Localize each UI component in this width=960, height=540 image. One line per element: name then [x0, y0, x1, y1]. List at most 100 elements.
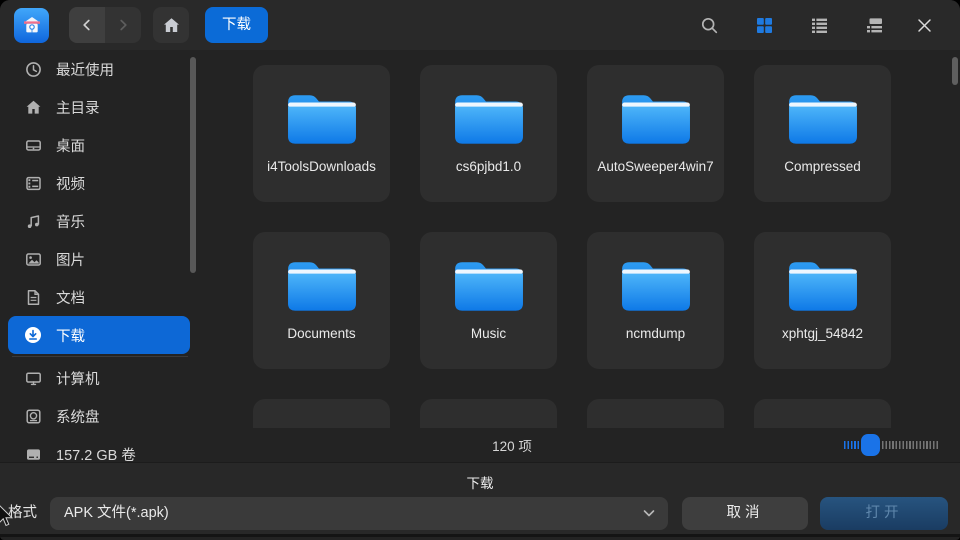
folder-tile-partial[interactable] — [754, 399, 891, 428]
sidebar-item-recent[interactable]: 最近使用 — [0, 50, 200, 88]
grid-view-button[interactable] — [737, 7, 792, 43]
folder-name: AutoSweeper4win7 — [597, 158, 713, 175]
folder-name: cs6pjbd1.0 — [456, 158, 521, 175]
file-dialog-window: 下载 — [0, 0, 960, 540]
sidebar-item-desktop[interactable]: 桌面 — [0, 126, 200, 164]
folder-tile-partial[interactable] — [253, 399, 390, 428]
sidebar-item-computer[interactable]: 计算机 — [0, 359, 200, 397]
desktop-icon — [24, 136, 42, 154]
download-icon — [24, 326, 42, 344]
folder-tile[interactable]: cs6pjbd1.0 — [420, 65, 557, 202]
close-button[interactable] — [902, 7, 946, 43]
folder-tile[interactable]: Music — [420, 232, 557, 369]
dialog-footer: 下载 格式 APK 文件(*.apk) 取消 打开 — [0, 462, 960, 537]
sidebar-item-documents[interactable]: 文档 — [0, 278, 200, 316]
file-manager-app-icon — [14, 8, 49, 43]
icon-size-slider[interactable] — [844, 434, 940, 456]
sidebar-item-label: 计算机 — [56, 368, 100, 389]
file-manager-logo-icon — [20, 13, 44, 37]
format-value: APK 文件(*.apk) — [64, 497, 169, 530]
slider-track-filled[interactable] — [844, 441, 859, 449]
item-count: 120 项 — [492, 435, 532, 455]
disk-icon — [24, 407, 42, 425]
folder-icon — [452, 258, 526, 318]
close-icon — [916, 17, 933, 34]
slider-handle[interactable] — [861, 434, 880, 456]
sidebar-item-label: 桌面 — [56, 135, 85, 156]
chevron-down-icon — [641, 505, 657, 521]
sidebar-item-home[interactable]: 主目录 — [0, 88, 200, 126]
search-button[interactable] — [682, 7, 737, 43]
sidebar-item-label: 文档 — [56, 287, 85, 308]
folder-tile[interactable]: Compressed — [754, 65, 891, 202]
folder-name: i4ToolsDownloads — [267, 158, 376, 175]
chevron-left-icon — [78, 16, 96, 34]
folder-tile[interactable]: ncmdump — [587, 232, 724, 369]
sidebar-item-label: 音乐 — [56, 211, 85, 232]
sidebar-item-label: 下载 — [56, 325, 85, 346]
sidebar-item-label: 系统盘 — [56, 406, 100, 427]
music-note-icon — [24, 212, 42, 230]
home-button[interactable] — [153, 7, 189, 43]
window-bottom-edge — [0, 534, 960, 537]
file-grid: i4ToolsDownloads cs6pjbd1.0 AutoSweeper4… — [253, 65, 891, 428]
image-icon — [24, 250, 42, 268]
drive-icon — [24, 445, 42, 462]
folder-icon — [786, 91, 860, 151]
sidebar-scrollbar[interactable] — [190, 57, 196, 273]
dialog-body: 最近使用 主目录 桌面 视频 — [0, 50, 960, 462]
sidebar-item-volume[interactable]: 157.2 GB 卷 — [0, 435, 200, 462]
folder-tile[interactable]: Documents — [253, 232, 390, 369]
nav-history-group — [69, 7, 141, 43]
sidebar-item-videos[interactable]: 视频 — [0, 164, 200, 202]
folder-tile[interactable]: i4ToolsDownloads — [253, 65, 390, 202]
search-icon — [700, 16, 719, 35]
sidebar-item-label: 157.2 GB 卷 — [56, 444, 136, 463]
list-view-icon — [810, 16, 829, 35]
folder-name: xphtgj_54842 — [782, 325, 863, 342]
folder-name: Compressed — [784, 158, 861, 175]
file-grid-scrollbar[interactable] — [952, 57, 958, 85]
folder-name: Documents — [287, 325, 355, 342]
film-icon — [24, 174, 42, 192]
folder-tile[interactable]: AutoSweeper4win7 — [587, 65, 724, 202]
folder-tile-partial[interactable] — [587, 399, 724, 428]
file-grid-viewport: i4ToolsDownloads cs6pjbd1.0 AutoSweeper4… — [200, 50, 960, 428]
folder-tile[interactable]: xphtgj_54842 — [754, 232, 891, 369]
cancel-button[interactable]: 取消 — [682, 497, 808, 530]
dialog-title: 下载 — [0, 463, 960, 492]
sidebar-item-label: 最近使用 — [56, 59, 114, 80]
titlebar: 下载 — [0, 0, 960, 50]
sidebar-separator — [12, 356, 188, 357]
sidebar-item-system-disk[interactable]: 系统盘 — [0, 397, 200, 435]
folder-icon — [786, 258, 860, 318]
titlebar-actions — [682, 7, 946, 43]
file-view: i4ToolsDownloads cs6pjbd1.0 AutoSweeper4… — [200, 50, 960, 462]
sidebar-item-music[interactable]: 音乐 — [0, 202, 200, 240]
compact-view-button[interactable] — [847, 7, 902, 43]
mouse-cursor — [0, 504, 13, 528]
home-icon — [162, 16, 181, 35]
sidebar-item-downloads[interactable]: 下载 — [8, 316, 190, 354]
forward-button[interactable] — [105, 7, 141, 43]
list-view-button[interactable] — [792, 7, 847, 43]
home-icon — [24, 98, 42, 116]
clock-icon — [24, 60, 42, 78]
open-button[interactable]: 打开 — [820, 497, 948, 530]
computer-icon — [24, 369, 42, 387]
status-bar: 120 项 — [200, 428, 960, 462]
folder-tile-partial[interactable] — [420, 399, 557, 428]
folder-name: ncmdump — [626, 325, 685, 342]
back-button[interactable] — [69, 7, 105, 43]
format-dropdown[interactable]: APK 文件(*.apk) — [50, 497, 668, 530]
folder-name: Music — [471, 325, 506, 342]
document-icon — [24, 288, 42, 306]
breadcrumb-downloads[interactable]: 下载 — [205, 7, 268, 43]
compact-view-icon — [865, 16, 884, 35]
folder-icon — [619, 91, 693, 151]
sidebar-item-label: 图片 — [56, 249, 85, 270]
sidebar-item-pictures[interactable]: 图片 — [0, 240, 200, 278]
folder-icon — [285, 258, 359, 318]
slider-track[interactable] — [882, 441, 940, 449]
chevron-right-icon — [114, 16, 132, 34]
